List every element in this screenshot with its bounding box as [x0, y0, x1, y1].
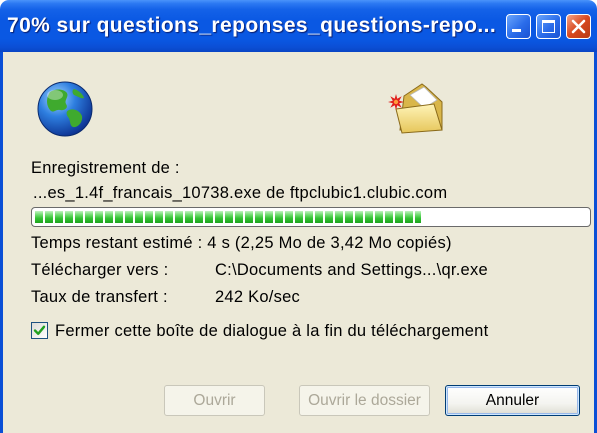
- window-frame-left: [0, 52, 3, 433]
- close-icon: [571, 19, 586, 34]
- saving-label: Enregistrement de :: [31, 159, 180, 177]
- source-text: ...es_1.4f_francais_10738.exe de ftpclub…: [33, 184, 448, 202]
- progress-fill: [35, 211, 422, 223]
- window-title: 70% sur questions_reponses_questions-rep…: [7, 14, 497, 37]
- download-to-value: C:\Documents and Settings...\qr.exe: [215, 261, 488, 279]
- download-to-label: Télécharger vers :: [31, 261, 169, 279]
- download-dialog: 70% sur questions_reponses_questions-rep…: [0, 0, 597, 433]
- open-folder-button[interactable]: Ouvrir le dossier: [299, 385, 430, 416]
- maximize-icon: [542, 20, 555, 33]
- transfer-rate-label: Taux de transfert :: [31, 288, 168, 306]
- folder-icon: [388, 83, 443, 134]
- title-bar[interactable]: 70% sur questions_reponses_questions-rep…: [0, 0, 597, 52]
- close-on-complete-label[interactable]: Fermer cette boîte de dialogue à la fin …: [55, 321, 488, 341]
- maximize-button[interactable]: [536, 14, 561, 39]
- cancel-button[interactable]: Annuler: [445, 385, 580, 416]
- close-button[interactable]: [566, 14, 591, 39]
- progress-bar: [31, 207, 591, 227]
- globe-icon: [37, 81, 93, 137]
- check-mark-icon: [33, 325, 46, 335]
- transfer-rate-value: 242 Ko/sec: [215, 288, 301, 306]
- time-remaining-text: Temps restant estimé : 4 s (2,25 Mo de 3…: [31, 234, 452, 252]
- close-on-complete-checkbox[interactable]: [31, 322, 48, 339]
- open-button[interactable]: Ouvrir: [164, 385, 265, 416]
- minimize-icon: [512, 29, 521, 32]
- minimize-button[interactable]: [506, 14, 531, 39]
